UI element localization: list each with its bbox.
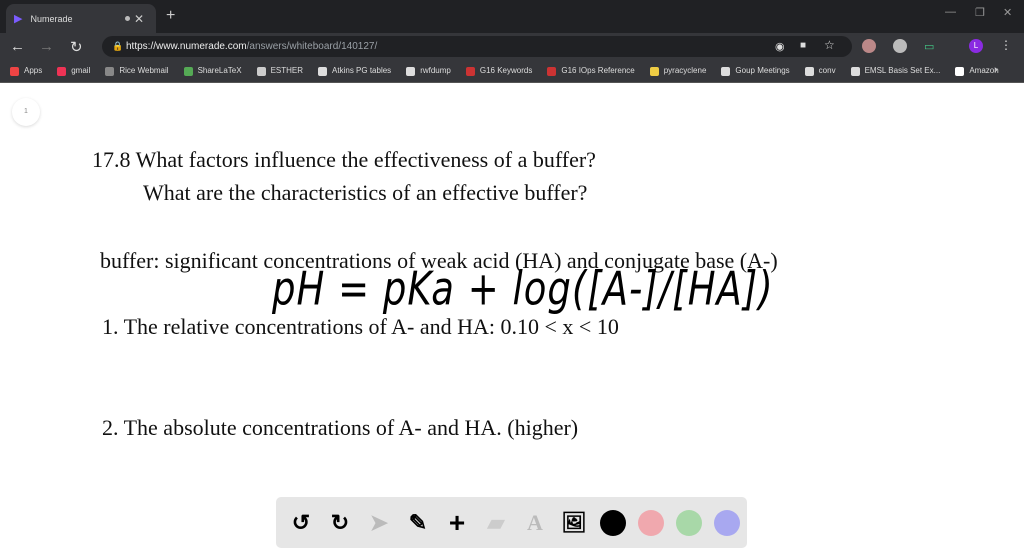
bookmark-label: Atkins PG tables — [332, 66, 392, 76]
audio-dot-icon — [125, 16, 130, 21]
bookmark-star-icon[interactable]: ☆ — [824, 38, 835, 52]
reload-button[interactable]: ↻ — [70, 38, 83, 56]
extension-icon[interactable] — [862, 39, 876, 53]
bookmark-item[interactable]: ESTHER — [256, 66, 304, 76]
eraser-icon[interactable]: ▰ — [483, 510, 509, 536]
image-icon[interactable]: 🖼 — [561, 510, 587, 536]
bookmark-icon — [850, 66, 860, 76]
bookmark-icon — [105, 66, 115, 76]
back-button[interactable]: ← — [10, 38, 25, 55]
bookmark-item[interactable]: ShareLaTeX — [183, 66, 242, 76]
numerade-logo-icon: ▶ — [14, 13, 23, 25]
tab-bar: ▶ Numerade ✕ + — ❐ ✕ — [0, 0, 1024, 33]
forward-button[interactable]: → — [39, 38, 54, 55]
bookmark-label: Apps — [24, 66, 43, 76]
site-settings-icon[interactable]: ◉ — [775, 40, 785, 53]
undo-button[interactable]: ↺ — [288, 510, 314, 536]
bookmark-item[interactable]: rwfdump — [406, 66, 451, 76]
url-path: /answers/whiteboard/140127/ — [246, 41, 378, 52]
bookmark-label: gmail — [71, 66, 91, 76]
tab-title: Numerade — [30, 13, 73, 24]
bookmark-item[interactable]: Atkins PG tables — [318, 66, 392, 76]
camera-icon[interactable]: ■ — [800, 40, 806, 51]
more-bookmarks-chevron-icon[interactable]: › — [994, 64, 998, 76]
bookmark-label: EMSL Basis Set Ex... — [864, 66, 941, 76]
tab-numerade[interactable]: ▶ Numerade ✕ — [6, 4, 156, 33]
bookmark-item[interactable]: pyracyclene — [649, 66, 707, 76]
bookmark-icon — [318, 66, 328, 76]
select-pointer-icon[interactable]: ➤ — [366, 510, 392, 536]
bookmark-item[interactable]: Goup Meetings — [721, 66, 790, 76]
color-swatch-0[interactable] — [600, 509, 626, 536]
add-icon[interactable]: + — [444, 507, 470, 538]
whiteboard-canvas[interactable]: 1 17.8 What factors influence the effect… — [0, 84, 1024, 554]
bookmark-icon — [57, 66, 67, 76]
point-1: 1. The relative concentrations of A- and… — [102, 314, 619, 339]
page-number[interactable]: 1 — [12, 98, 40, 126]
extension-icon[interactable] — [893, 39, 907, 53]
bookmark-label: ShareLaTeX — [197, 66, 242, 76]
bookmark-icon — [955, 66, 965, 76]
bookmark-item[interactable]: Amazon — [955, 66, 999, 76]
handwritten-henderson-hasselbalch-equation: pH = pKa + log([A-]/[HA]) — [272, 262, 774, 316]
close-tab-icon[interactable]: ✕ — [134, 12, 144, 26]
bookmark-item[interactable]: gmail — [57, 66, 91, 76]
lock-icon: 🔒 — [112, 41, 124, 51]
url-input[interactable]: 🔒 https://www.numerade.com/answers/white… — [102, 36, 852, 57]
bookmark-icon — [465, 66, 475, 76]
url-host: https://www.numerade.com — [126, 41, 247, 52]
profile-avatar[interactable]: L — [969, 39, 983, 53]
question-line-2: What are the characteristics of an effec… — [143, 180, 588, 205]
bookmark-label: rwfdump — [420, 66, 451, 76]
bookmark-item[interactable]: G16 Keywords — [465, 66, 533, 76]
bookmark-icon — [10, 66, 19, 76]
color-swatch-1[interactable] — [638, 509, 664, 536]
bookmark-item[interactable]: G16 IOps Reference — [547, 66, 635, 76]
bookmark-label: G16 Keywords — [479, 66, 533, 76]
restore-button[interactable]: ❐ — [975, 6, 985, 19]
bookmark-label: pyracyclene — [663, 66, 707, 76]
bookmark-label: G16 IOps Reference — [561, 66, 635, 76]
bookmark-icon — [183, 66, 193, 76]
bookmark-icon — [256, 66, 266, 76]
bookmark-label: Rice Webmail — [119, 66, 169, 76]
pencil-icon[interactable]: ✎ — [405, 510, 431, 536]
color-swatch-2[interactable] — [676, 509, 702, 536]
bookmark-item[interactable]: conv — [804, 66, 836, 76]
color-swatch-3[interactable] — [714, 509, 740, 536]
bookmarks-bar: Apps gmail Rice Webmail ShareLaTeX ESTHER Atk… — [0, 60, 1024, 83]
redo-button[interactable]: ↻ — [327, 510, 353, 536]
bookmark-icon — [649, 66, 659, 76]
minimize-button[interactable]: — — [945, 6, 956, 18]
bookmark-item[interactable]: Apps — [10, 66, 43, 76]
screen-extension-icon[interactable]: ▭ — [924, 40, 934, 53]
whiteboard-toolbar: ↺ ↻ ➤ ✎ + ▰ A 🖼 — [276, 497, 747, 548]
bookmark-label: conv — [818, 66, 836, 76]
question-line-1: 17.8 What factors influence the effectiv… — [92, 147, 596, 172]
bookmark-label: Goup Meetings — [735, 66, 790, 76]
bookmark-item[interactable]: Rice Webmail — [105, 66, 169, 76]
new-tab-button[interactable]: + — [166, 7, 175, 25]
text-tool-icon[interactable]: A — [522, 510, 548, 536]
bookmark-label: ESTHER — [270, 66, 304, 76]
bookmark-icon — [721, 66, 731, 76]
bookmark-item[interactable]: EMSL Basis Set Ex... — [850, 66, 941, 76]
menu-icon[interactable]: ⋮ — [1000, 38, 1012, 52]
bookmark-icon — [406, 66, 416, 76]
close-window-button[interactable]: ✕ — [1003, 6, 1012, 19]
bookmark-icon — [547, 66, 557, 76]
bookmark-icon — [804, 66, 814, 76]
address-bar-row: ← → ↻ 🔒 https://www.numerade.com/answers… — [0, 33, 1024, 60]
point-2: 2. The absolute concentrations of A- and… — [102, 415, 579, 440]
